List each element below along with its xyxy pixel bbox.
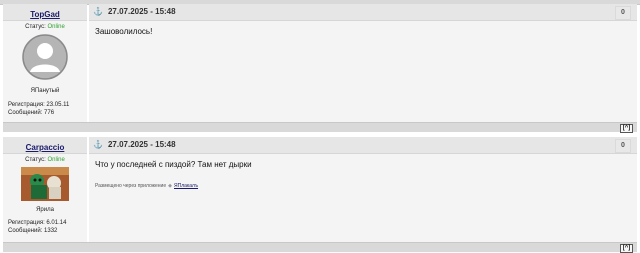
scroll-top-button[interactable]: [^] xyxy=(620,244,633,253)
message-panel: ⚓ 27.07.2025 - 15:48 0 Что у последней с … xyxy=(89,137,637,242)
anchor-icon[interactable]: ⚓ xyxy=(93,140,103,149)
status-online: Online xyxy=(47,157,65,163)
user-status: Статус: Online xyxy=(25,157,65,163)
message-count: 1332 xyxy=(44,228,58,234)
reg-date: 23.05.11 xyxy=(46,102,70,108)
anchor-icon[interactable]: ⚓ xyxy=(93,7,103,16)
message-header: ⚓ 27.07.2025 - 15:48 0 xyxy=(89,137,637,154)
author-header: Carpaccio xyxy=(3,137,87,154)
reg-date: 6.01.14 xyxy=(46,220,67,226)
app-link[interactable]: ЯПлакалъ xyxy=(174,183,198,189)
post-rating[interactable]: 0 xyxy=(615,6,631,20)
post-footer: [^] xyxy=(3,122,637,133)
username-link[interactable]: Carpaccio xyxy=(26,143,65,152)
message-header: ⚓ 27.07.2025 - 15:48 0 xyxy=(89,4,637,21)
scroll-top-button[interactable]: [^] xyxy=(620,124,633,133)
user-rank: Ярила xyxy=(36,207,54,213)
post-rating[interactable]: 0 xyxy=(615,139,631,153)
app-icon: ◆ xyxy=(168,183,172,189)
user-rank: ЯПанутый xyxy=(30,88,60,94)
default-avatar-icon xyxy=(22,34,68,80)
status-online: Online xyxy=(47,24,65,30)
author-panel: TopGad Статус: Online ЯПанутый Регистрац… xyxy=(3,4,87,122)
user-meta: Регистрация: 23.05.11 Сообщений: 776 xyxy=(8,102,70,116)
post-text: Зашоволилось! xyxy=(95,27,153,36)
post-date[interactable]: ⚓ 27.07.2025 - 15:48 xyxy=(93,4,176,20)
post-text: Что у последней с пиздой? Там нет дырки xyxy=(95,160,252,169)
posted-via: Размещено через приложение ◆ ЯПлакалъ xyxy=(95,183,199,189)
post-date[interactable]: ⚓ 27.07.2025 - 15:48 xyxy=(93,137,176,153)
message-panel: ⚓ 27.07.2025 - 15:48 0 Зашоволилось! xyxy=(89,4,637,122)
message-count: 776 xyxy=(44,110,55,116)
user-status: Статус: Online xyxy=(25,24,65,30)
avatar[interactable] xyxy=(3,34,87,85)
username-link[interactable]: TopGad xyxy=(30,10,60,19)
author-header: TopGad xyxy=(3,4,87,21)
user-meta: Регистрация: 6.01.14 Сообщений: 1332 xyxy=(8,220,67,234)
avatar[interactable] xyxy=(3,167,87,206)
author-panel: Carpaccio Статус: Online Ярила Регистрац… xyxy=(3,137,87,242)
user-avatar-icon xyxy=(21,167,69,201)
